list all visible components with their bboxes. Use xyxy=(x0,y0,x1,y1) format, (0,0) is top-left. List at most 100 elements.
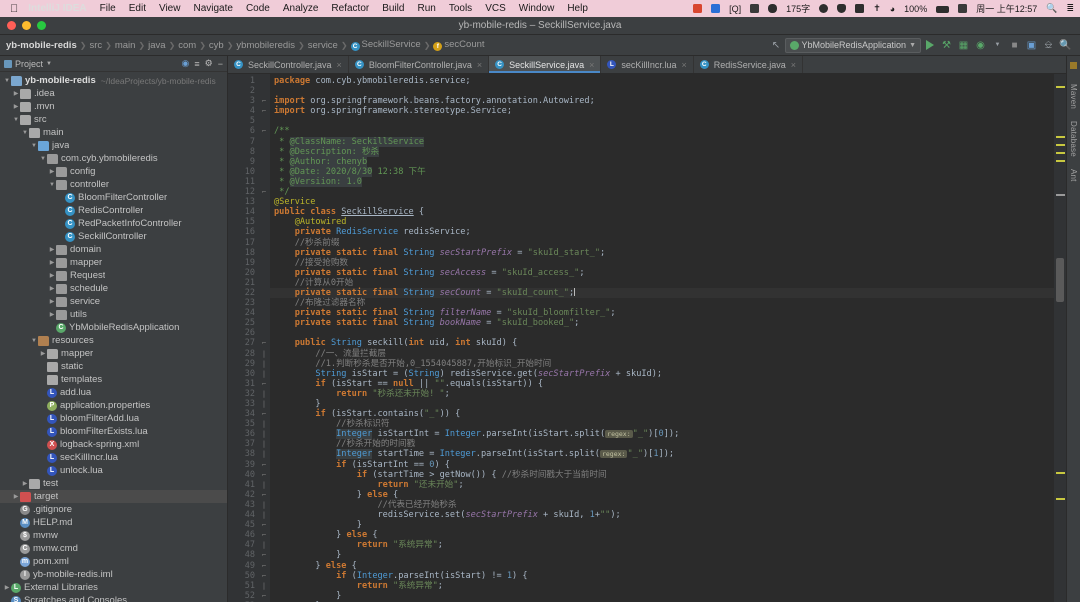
tree-expand-arrow-icon[interactable] xyxy=(39,350,47,357)
code-line[interactable]: private static final String secStartPref… xyxy=(270,248,1054,258)
fold-marker[interactable]: ⌐ xyxy=(258,561,270,571)
close-tab-icon[interactable]: × xyxy=(681,60,686,70)
code-line[interactable]: Integer isStartInt = Integer.parseInt(is… xyxy=(270,429,1054,439)
code-line[interactable]: if (startTime > getNow()) { //秒杀时间戳大于当前时… xyxy=(270,470,1054,480)
editor-tab-seckillincr-lua[interactable]: LsecKillIncr.lua× xyxy=(601,56,693,73)
code-line[interactable]: private RedisService redisService; xyxy=(270,227,1054,237)
tree-item-external-libraries[interactable]: LExternal Libraries xyxy=(0,581,227,594)
editor-tab-seckillcontroller-java[interactable]: CSeckillController.java× xyxy=(228,56,349,73)
menu-item-vcs[interactable]: VCS xyxy=(485,3,506,14)
breadcrumb-item-seckillservice[interactable]: CSeckillService xyxy=(348,39,424,51)
bluetooth-icon[interactable]: ✝ xyxy=(873,3,881,14)
apple-menu-icon[interactable]:  xyxy=(10,3,18,15)
tree-expand-arrow-icon[interactable] xyxy=(21,130,29,136)
editor-tab-seckillservice-java[interactable]: CSeckillService.java× xyxy=(489,56,601,73)
tree-item-redpacketinfocontroller[interactable]: CRedPacketInfoController xyxy=(0,217,227,230)
tree-item--gitignore[interactable]: G.gitignore xyxy=(0,503,227,516)
fold-marker[interactable]: ⌐ xyxy=(258,126,270,136)
fold-marker[interactable]: | xyxy=(258,389,270,399)
menu-item-view[interactable]: View xyxy=(159,3,181,14)
code-line[interactable]: if (isStart == null || "".equals(isStart… xyxy=(270,379,1054,389)
breadcrumb-item-yb-mobile-redis[interactable]: yb-mobile-redis xyxy=(3,40,80,51)
tree-expand-arrow-icon[interactable] xyxy=(30,338,38,344)
cloud-icon[interactable] xyxy=(768,4,777,14)
tree-item-static[interactable]: static xyxy=(0,360,227,373)
tree-item-schedule[interactable]: schedule xyxy=(0,282,227,295)
coverage-dropdown-icon[interactable]: ▼ xyxy=(990,38,1005,53)
menu-item-build[interactable]: Build xyxy=(382,3,404,14)
code-line[interactable]: /** xyxy=(270,126,1054,136)
tree-expand-arrow-icon[interactable] xyxy=(48,311,56,318)
error-marker-strip[interactable] xyxy=(1054,74,1066,602)
tree-expand-arrow-icon[interactable] xyxy=(39,156,47,162)
settings-icon[interactable]: ⚙ xyxy=(205,58,213,69)
project-structure-icon[interactable]: ▣ xyxy=(1024,38,1039,53)
tree-item-rediscontroller[interactable]: CRedisController xyxy=(0,204,227,217)
code-line[interactable]: import org.springframework.beans.factory… xyxy=(270,96,1054,106)
menu-item-refactor[interactable]: Refactor xyxy=(331,3,369,14)
dropbox-icon[interactable] xyxy=(958,4,967,14)
breadcrumb-item-com[interactable]: com xyxy=(175,40,199,51)
code-line[interactable]: String isStart = (String) redisService.g… xyxy=(270,369,1054,379)
search-icon[interactable]: 🔍 xyxy=(1046,3,1057,14)
menu-item-navigate[interactable]: Navigate xyxy=(193,3,232,14)
build-icon[interactable]: ⚒ xyxy=(939,38,954,53)
tree-item-resources[interactable]: resources xyxy=(0,334,227,347)
breadcrumb-item-seccount[interactable]: fsecCount xyxy=(430,39,487,51)
menu-item-window[interactable]: Window xyxy=(519,3,555,14)
menu-item-file[interactable]: File xyxy=(100,3,116,14)
fold-marker[interactable]: ⌐ xyxy=(258,591,270,601)
tree-item-config[interactable]: config xyxy=(0,165,227,178)
tree-expand-arrow-icon[interactable] xyxy=(12,90,20,97)
code-line[interactable]: @Service xyxy=(270,197,1054,207)
code-line[interactable]: } xyxy=(270,520,1054,530)
editor-scrollbar-thumb[interactable] xyxy=(1056,258,1064,302)
tree-item-bloomfilterexists-lua[interactable]: LbloomFilterExists.lua xyxy=(0,425,227,438)
code-line[interactable]: } else { xyxy=(270,490,1054,500)
back-arrow-icon[interactable]: ↖ xyxy=(769,38,784,53)
code-line[interactable]: //计算从0开始 xyxy=(270,278,1054,288)
tree-item-utils[interactable]: utils xyxy=(0,308,227,321)
menu-item-edit[interactable]: Edit xyxy=(129,3,146,14)
tree-item-seckillincr-lua[interactable]: LsecKillIncr.lua xyxy=(0,451,227,464)
tool-tab-database[interactable]: Database xyxy=(1069,121,1078,157)
editor-tab-redisservice-java[interactable]: CRedisService.java× xyxy=(694,56,803,73)
code-line[interactable]: } else { xyxy=(270,530,1054,540)
fold-marker[interactable]: | xyxy=(258,480,270,490)
tree-item-help-md[interactable]: MHELP.md xyxy=(0,516,227,529)
fold-marker[interactable]: | xyxy=(258,581,270,591)
circle-icon[interactable] xyxy=(819,4,828,14)
code-line[interactable]: if (Integer.parseInt(isStart) != 1) { xyxy=(270,571,1054,581)
code-line[interactable] xyxy=(270,328,1054,338)
menu-item-analyze[interactable]: Analyze xyxy=(283,3,319,14)
code-line[interactable]: redisService.set(secStartPrefix + skuId,… xyxy=(270,510,1054,520)
chevron-down-icon[interactable]: ▼ xyxy=(46,61,52,67)
tree-item-bloomfiltercontroller[interactable]: CBloomFilterController xyxy=(0,191,227,204)
tree-item-java[interactable]: java xyxy=(0,139,227,152)
search-everywhere-icon[interactable]: 🔍 xyxy=(1058,38,1073,53)
target-icon[interactable]: ◉ xyxy=(182,58,190,69)
code-line[interactable]: //1.判断秒杀是否开始,0_1554045887,开始标识_开始时间 xyxy=(270,359,1054,369)
code-line[interactable]: * @Date: 2020/8/30 12:38 下午 xyxy=(270,167,1054,177)
code-line[interactable]: } xyxy=(270,399,1054,409)
fold-marker[interactable]: ⌐ xyxy=(258,460,270,470)
fold-marker[interactable]: ⌐ xyxy=(258,571,270,581)
w-icon[interactable] xyxy=(750,4,759,14)
close-tab-icon[interactable]: × xyxy=(589,60,594,70)
fold-marker[interactable]: ⌐ xyxy=(258,550,270,560)
tree-expand-arrow-icon[interactable] xyxy=(48,168,56,175)
code-folding-gutter[interactable]: ⌐⌐⌐⌐⌐|||⌐||⌐||||⌐⌐|⌐||⌐⌐|⌐⌐⌐|⌐⌐|| xyxy=(258,74,270,602)
code-line[interactable]: } else { xyxy=(270,561,1054,571)
code-line[interactable]: //接受抢购数 xyxy=(270,258,1054,268)
code-line[interactable]: } xyxy=(270,550,1054,560)
code-line[interactable]: package com.cyb.ybmobileredis.service; xyxy=(270,76,1054,86)
tree-expand-arrow-icon[interactable] xyxy=(12,117,20,123)
tree-item-main[interactable]: main xyxy=(0,126,227,139)
menu-item-code[interactable]: Code xyxy=(246,3,270,14)
tree-item-add-lua[interactable]: Ladd.lua xyxy=(0,386,227,399)
fold-marker[interactable]: ⌐ xyxy=(258,187,270,197)
breadcrumb-item-src[interactable]: src xyxy=(86,40,105,51)
code-line[interactable]: * @ClassName: SeckillService xyxy=(270,137,1054,147)
collapse-icon[interactable]: ≡ xyxy=(194,59,199,69)
code-line[interactable]: private static final String filterName =… xyxy=(270,308,1054,318)
